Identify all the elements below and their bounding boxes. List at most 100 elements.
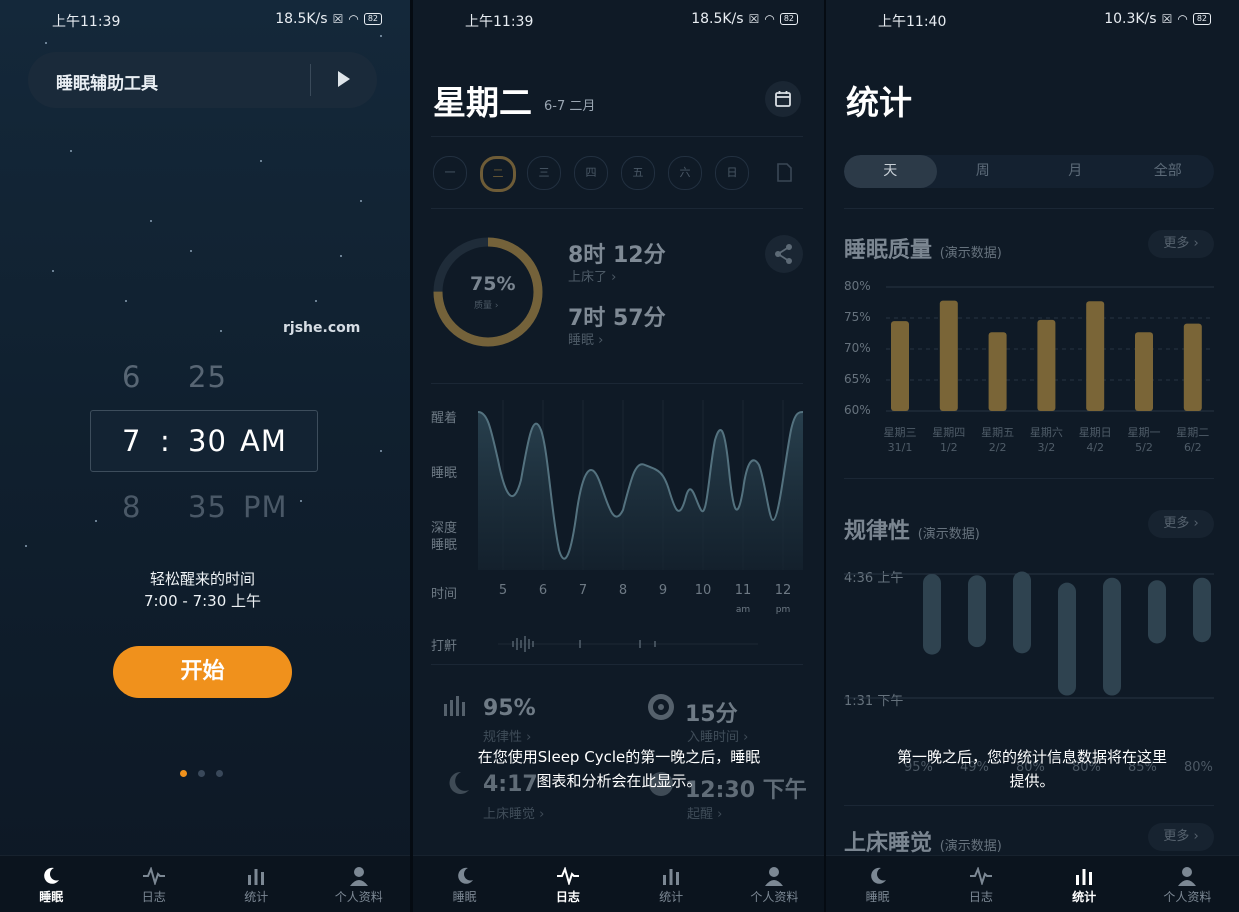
page-title: 统计: [846, 83, 912, 122]
note-button[interactable]: [768, 156, 800, 188]
nav-journal[interactable]: 日志: [929, 856, 1032, 912]
quality-percent: 75%: [470, 273, 516, 295]
segment-2[interactable]: 月: [1029, 155, 1122, 188]
no-sim-icon: ☒: [748, 12, 760, 26]
segment-0[interactable]: 天: [844, 155, 937, 188]
star: [125, 300, 127, 302]
start-button[interactable]: 开始: [113, 646, 292, 698]
bar-chart-icon: [246, 864, 266, 888]
asleep-value: 7时 57分: [568, 306, 666, 331]
snore-label: 打鼾: [431, 639, 458, 654]
wake-link[interactable]: 起醒 ›: [687, 803, 722, 822]
status-bar: 上午11:39 18.5K/s ☒ ◠ 82: [0, 0, 410, 38]
nav-journal[interactable]: 日志: [103, 856, 206, 912]
nav-profile[interactable]: 个人资料: [1136, 856, 1239, 912]
calendar-icon: [775, 91, 791, 107]
star: [52, 270, 54, 272]
weekday-1[interactable]: 二: [480, 156, 516, 192]
nav-profile[interactable]: 个人资料: [723, 856, 826, 912]
quality-bar-chart: [886, 286, 1214, 412]
empty-state-message: 第一晚之后，您的统计信息数据将在这里 提供。: [896, 748, 1167, 790]
weekday-5[interactable]: 六: [668, 156, 702, 190]
empty-state-message: 在您使用Sleep Cycle的第一晚之后，睡眠 图表和分析会在此显示。: [477, 748, 761, 790]
net-speed: 18.5K/s: [691, 11, 744, 27]
nav-stats[interactable]: 统计: [620, 856, 723, 912]
sleep-graph: [477, 400, 804, 570]
person-icon: [764, 864, 784, 888]
quality-bar: [891, 321, 909, 411]
regularity-icon: [444, 696, 465, 716]
hour-tick: 11: [734, 583, 752, 598]
stats-screen: 上午11:40 10.3K/s ☒ ◠ 82 统计 天周月全部 睡眠质量 (演示…: [826, 0, 1239, 912]
calendar-button[interactable]: [765, 81, 801, 117]
battery-icon: 82: [1192, 13, 1211, 25]
fall-asleep-value: 15分: [685, 702, 738, 727]
sleep-aid-tool-button[interactable]: 睡眠辅助工具: [28, 52, 377, 108]
share-button[interactable]: [765, 235, 803, 273]
note-icon: [777, 163, 792, 182]
bedtime-section-title: 上床睡觉 (演示数据): [844, 831, 1002, 856]
regularity-link[interactable]: 规律性 ›: [483, 726, 531, 745]
regularity-bar: [1013, 571, 1031, 654]
status-bar: 上午11:40 10.3K/s ☒ ◠ 82: [826, 0, 1239, 38]
quality-label: 质量 ›: [474, 301, 499, 311]
hour-tick: 10: [694, 583, 712, 598]
net-speed: 10.3K/s: [1104, 11, 1157, 27]
hour-tick: 9: [658, 583, 668, 598]
journal-screen: 上午11:39 18.5K/s ☒ ◠ 82 星期二 6-7 二月 一二三四五六…: [413, 0, 826, 912]
pulse-icon: [969, 864, 993, 888]
star: [360, 200, 362, 202]
status-time: 上午11:39: [465, 14, 534, 30]
nav-sleep[interactable]: 睡眠: [413, 856, 516, 912]
fall-asleep-link[interactable]: 入睡时间 ›: [687, 726, 748, 745]
sleep-screen: 上午11:39 18.5K/s ☒ ◠ 82 睡眠辅助工具 rjshe.com …: [0, 0, 410, 912]
regularity-more-button[interactable]: 更多 ›: [1148, 510, 1214, 538]
nav-profile[interactable]: 个人资料: [308, 856, 411, 912]
weekday-2[interactable]: 三: [527, 156, 561, 190]
picker-minute: 30: [188, 424, 227, 458]
x-tick-label: 星期三 31/1: [883, 426, 917, 454]
in-bed-link[interactable]: 上床了 ›: [568, 266, 616, 285]
period-segmented-control: 天周月全部: [844, 155, 1214, 188]
regularity-bar: [1193, 577, 1211, 643]
moon-icon: [41, 864, 61, 888]
bedtime-link[interactable]: 上床睡觉 ›: [483, 803, 544, 822]
battery-icon: 82: [779, 13, 798, 25]
nav-stats[interactable]: 统计: [205, 856, 308, 912]
graph-label-deep-sleep: 睡眠: [431, 538, 458, 553]
hour-suffix: am: [735, 605, 751, 615]
quality-more-button[interactable]: 更多 ›: [1148, 230, 1214, 258]
star: [190, 250, 192, 252]
status-bar: 上午11:39 18.5K/s ☒ ◠ 82: [413, 0, 826, 38]
nav-sleep[interactable]: 睡眠: [826, 856, 929, 912]
asleep-link[interactable]: 睡眠 ›: [568, 329, 603, 348]
bedtime-more-button[interactable]: 更多 ›: [1148, 823, 1214, 851]
graph-label-sleep: 睡眠: [431, 466, 458, 481]
weekday-0[interactable]: 一: [433, 156, 467, 190]
star: [45, 42, 47, 44]
page-indicator: [180, 770, 223, 777]
play-icon[interactable]: [336, 70, 352, 88]
status-time: 上午11:39: [52, 14, 121, 30]
star: [380, 450, 382, 452]
hour-tick: 6: [538, 583, 548, 598]
x-tick-label: 星期四 1/2: [932, 426, 966, 454]
weekday-6[interactable]: 日: [715, 156, 749, 190]
nav-journal[interactable]: 日志: [516, 856, 619, 912]
regularity-value: 95%: [483, 696, 536, 721]
regularity-bar: [1103, 577, 1121, 696]
nav-sleep[interactable]: 睡眠: [0, 856, 103, 912]
nav-stats[interactable]: 统计: [1033, 856, 1136, 912]
x-tick-label: 星期六 3/2: [1029, 426, 1063, 454]
regularity-bar: [968, 575, 986, 648]
easy-wake-label: 轻松醒来的时间: [149, 570, 255, 588]
star: [300, 500, 302, 502]
star: [25, 545, 27, 547]
weekday-3[interactable]: 四: [574, 156, 608, 190]
moon-icon: [455, 864, 475, 888]
segment-1[interactable]: 周: [937, 155, 1030, 188]
weekday-4[interactable]: 五: [621, 156, 655, 190]
day-title: 星期二: [433, 83, 532, 122]
watermark: rjshe.com: [283, 320, 361, 336]
segment-3[interactable]: 全部: [1122, 155, 1215, 188]
